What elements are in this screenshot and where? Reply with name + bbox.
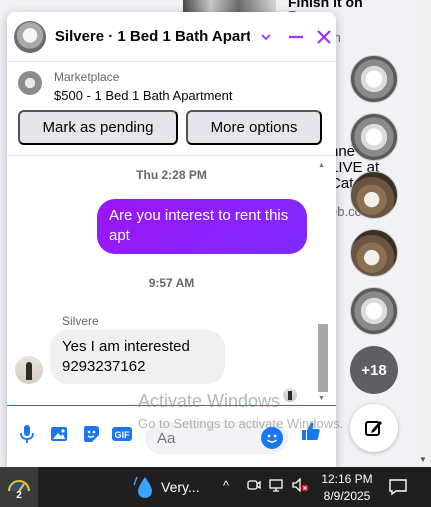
svg-text:GIF: GIF — [115, 430, 131, 440]
message-list: Thu 2:28 PM Are you interest to rent thi… — [7, 156, 336, 406]
rain-drop-icon — [133, 476, 152, 498]
minimize-icon[interactable] — [284, 25, 308, 49]
chat-head-2[interactable] — [350, 113, 398, 161]
volume-muted-icon[interactable] — [292, 477, 310, 495]
scroll-down-arrow-icon[interactable]: ▼ — [318, 395, 325, 402]
gauge-icon: 2 — [8, 480, 30, 499]
marketplace-listing: Marketplace $500 - 1 Bed 1 Bath Apartmen… — [7, 62, 336, 156]
chat-head-4[interactable] — [350, 229, 398, 277]
compose-icon — [365, 421, 382, 436]
scroll-up-arrow-icon[interactable]: ▲ — [318, 162, 325, 169]
scroll-down-arrow-icon[interactable]: ▼ — [419, 455, 427, 464]
timestamp: Thu 2:28 PM — [136, 168, 207, 182]
taskbar: 2 Very... ^ 12:16 PM 8/9/2025 — [0, 467, 431, 507]
sender-avatar — [15, 356, 43, 384]
activate-windows-watermark: Activate Windows — [138, 391, 281, 411]
sticker-icon[interactable] — [80, 423, 102, 445]
microphone-icon[interactable] — [16, 423, 38, 445]
more-chats-button[interactable]: +18 — [350, 346, 398, 394]
message-input[interactable] — [157, 428, 257, 448]
clock-date: 8/9/2025 — [323, 489, 371, 503]
more-options-button[interactable]: More options — [186, 110, 322, 145]
timestamp: 9:57 AM — [148, 276, 195, 290]
taskbar-app-button[interactable]: 2 — [0, 467, 38, 507]
photo-icon[interactable] — [48, 423, 70, 445]
chevron-up-icon[interactable]: ^ — [223, 478, 229, 493]
weather-text: Very... — [161, 479, 200, 495]
chat-head-1[interactable] — [350, 55, 398, 103]
chevron-down-icon[interactable] — [254, 25, 278, 49]
clock-time: 12:16 PM — [321, 472, 373, 486]
chat-title[interactable]: Silvere · 1 Bed 1 Bath Apart... — [55, 28, 250, 45]
listing-label: Marketplace — [54, 70, 120, 84]
activate-windows-hint: Go to Settings to activate Windows. — [138, 416, 344, 431]
chat-scrollbar[interactable]: ▲ ▼ — [316, 162, 329, 412]
weather-widget[interactable]: Very... — [133, 475, 200, 499]
page-scrollbar[interactable]: ▼ — [417, 0, 431, 467]
notification-icon[interactable] — [388, 477, 408, 502]
meet-now-icon[interactable] — [247, 478, 261, 495]
new-message-button[interactable] — [350, 404, 398, 452]
listing-title[interactable]: $500 - 1 Bed 1 Bath Apartment — [54, 88, 233, 103]
outgoing-message[interactable]: Are you interest to rent this apt — [97, 199, 307, 254]
chat-header: Silvere · 1 Bed 1 Bath Apart... — [7, 12, 336, 62]
chat-head-3[interactable] — [350, 171, 398, 219]
sender-name: Silvere — [62, 314, 99, 328]
read-receipt-avatar — [283, 388, 297, 402]
mark-as-pending-button[interactable]: Mark as pending — [18, 110, 178, 145]
listing-thumbnail[interactable] — [18, 71, 42, 95]
svg-text:2: 2 — [16, 490, 22, 499]
clock[interactable]: 12:16 PM 8/9/2025 — [316, 471, 378, 505]
network-icon[interactable] — [269, 478, 285, 495]
chat-avatar[interactable] — [14, 20, 46, 53]
close-icon[interactable] — [312, 25, 336, 49]
message-composer: GIF — [7, 405, 336, 467]
incoming-message[interactable]: Yes I am interested 9293237162 — [50, 330, 225, 384]
scroll-thumb[interactable] — [318, 324, 328, 392]
more-chats-count: +18 — [361, 361, 387, 379]
gif-icon[interactable]: GIF — [111, 423, 133, 445]
chat-head-5[interactable] — [350, 287, 398, 335]
